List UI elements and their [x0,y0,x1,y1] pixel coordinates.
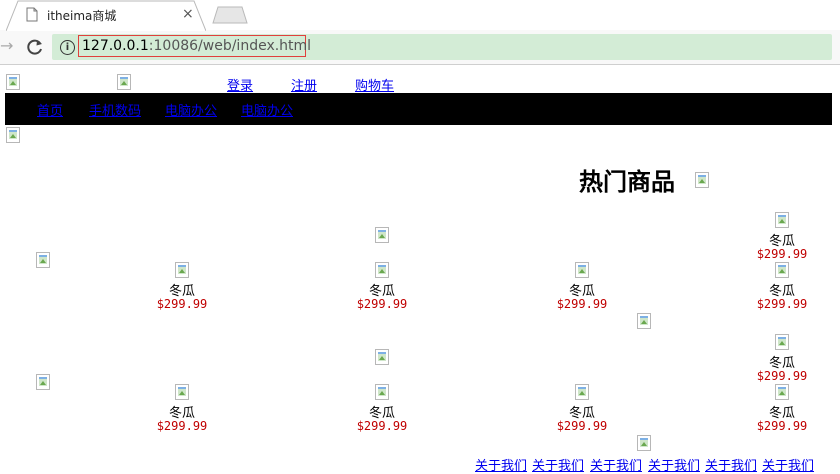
hot-products-title: 热门商品 [579,167,675,196]
product-price: $299.99 [556,297,608,311]
nav-item-computers-2[interactable]: 电脑办公 [241,100,293,119]
tab-title: itheima商城 [47,9,117,23]
register-link[interactable]: 注册 [291,75,317,94]
section-image-broken [36,252,50,268]
ad-image-broken [375,349,389,365]
forward-icon[interactable]: → [0,36,16,58]
close-icon[interactable]: × [182,6,194,22]
product-image-broken[interactable] [575,384,589,400]
product-price: $299.99 [556,419,608,433]
hot-title-image-broken [695,172,709,188]
url-text[interactable]: 127.0.0.1:10086/web/index.html [78,35,311,57]
nav-item-home[interactable]: 首页 [37,100,63,119]
info-icon[interactable]: i [60,40,75,55]
footer-about-link[interactable]: 关于我们 [762,455,814,474]
footer-about-link[interactable]: 关于我们 [648,455,700,474]
cart-link[interactable]: 购物车 [355,75,394,94]
product-price: $299.99 [756,419,808,433]
nav-item-phones[interactable]: 手机数码 [89,100,141,119]
page-icon [26,7,38,22]
login-link[interactable]: 登录 [227,75,253,94]
product-price: $299.99 [356,419,408,433]
reload-icon[interactable] [24,36,46,58]
logo-image-broken [6,74,20,90]
product-price: $299.99 [156,297,208,311]
product-price: $299.99 [356,297,408,311]
footer-about-link[interactable]: 关于我们 [705,455,757,474]
section-image-broken [36,374,50,390]
url-path: :10086/web/index.html [148,38,312,54]
product-price: $299.99 [756,369,808,383]
product-image-broken[interactable] [775,334,789,350]
product-image-broken[interactable] [175,384,189,400]
product-image-broken[interactable] [175,262,189,278]
footer-about-link[interactable]: 关于我们 [475,455,527,474]
product-image-broken[interactable] [775,384,789,400]
product-price: $299.99 [756,247,808,261]
url-host: 127.0.0.1 [82,38,149,54]
banner-image-broken [6,127,20,143]
product-image-broken[interactable] [775,262,789,278]
footer-about-link[interactable]: 关于我们 [590,455,642,474]
product-image-broken[interactable] [775,212,789,228]
footer-about-link[interactable]: 关于我们 [532,455,584,474]
new-tab-button[interactable] [212,6,248,24]
product-image-broken[interactable] [375,384,389,400]
header-image-broken [117,74,131,90]
product-image-broken[interactable] [575,262,589,278]
nav-item-computers[interactable]: 电脑办公 [165,100,217,119]
footer-image-broken [637,435,651,451]
divider-image-broken [637,313,651,329]
product-image-broken[interactable] [375,262,389,278]
product-price: $299.99 [156,419,208,433]
ad-image-broken [375,227,389,243]
product-price: $299.99 [756,297,808,311]
